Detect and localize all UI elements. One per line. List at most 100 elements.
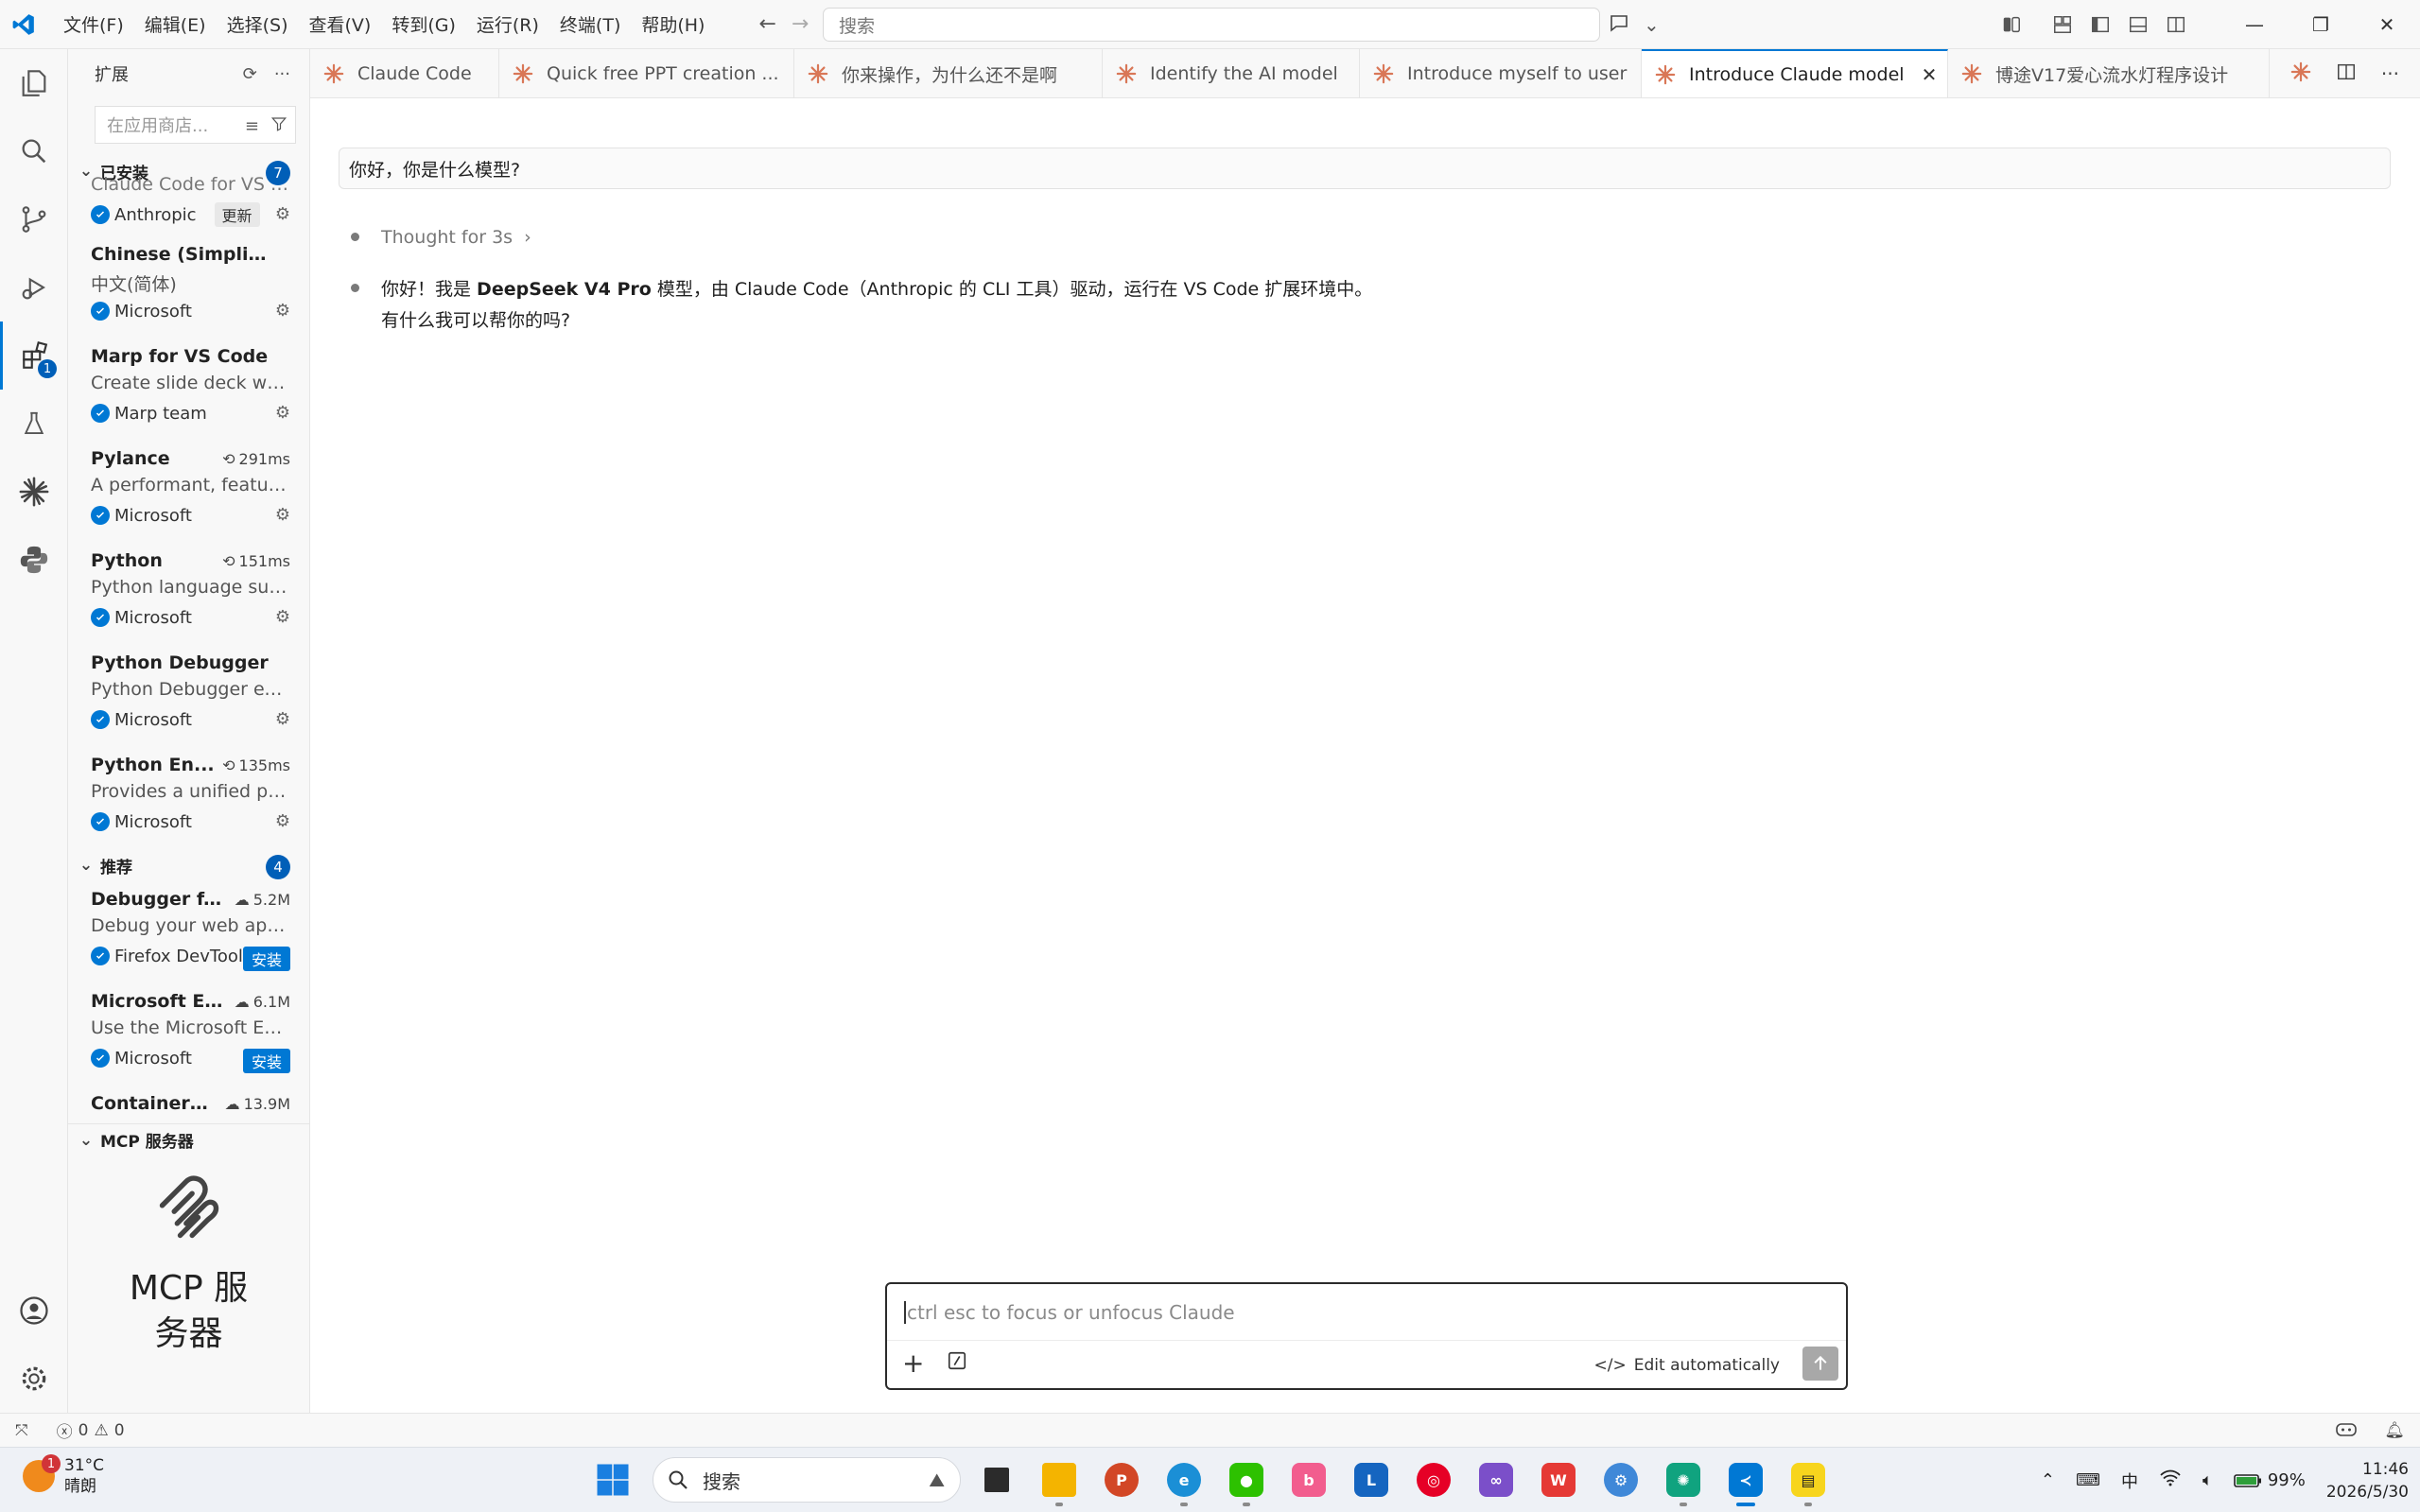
python-icon[interactable] <box>0 526 68 594</box>
extension-item-marp[interactable]: Marp for VS Code Create slide deck writt… <box>68 339 309 441</box>
copilot-icon[interactable] <box>1993 6 2030 43</box>
battery-indicator[interactable]: 99% <box>2234 1470 2306 1490</box>
powerpoint-icon[interactable]: P <box>1099 1457 1144 1503</box>
wps-icon[interactable]: W <box>1536 1457 1581 1503</box>
sticky-notes-icon[interactable]: ▤ <box>1785 1457 1831 1506</box>
tab-identify-ai-model[interactable]: Identify the AI model <box>1103 49 1360 97</box>
close-window-button[interactable]: ✕ <box>2354 0 2420 49</box>
bilibili-icon[interactable]: b <box>1286 1457 1332 1503</box>
menu-view[interactable]: 查看(V) <box>299 6 382 43</box>
new-claude-session-icon[interactable] <box>2290 61 2311 87</box>
vscode-taskbar-icon[interactable]: ≺ <box>1723 1457 1768 1506</box>
toggle-primary-sidebar-icon[interactable] <box>2081 6 2119 43</box>
extension-item-chinese[interactable]: Chinese (Simplified... 中文(简体) Microsoft … <box>68 236 309 339</box>
add-attachment-icon[interactable]: + <box>902 1347 924 1379</box>
extension-item-firefox-debugger[interactable]: Debugger f... ☁ 5.2M Debug your web appli… <box>68 881 309 983</box>
extensions-search-input[interactable]: 在应用商店... ≡ <box>95 106 296 144</box>
notifications-bell-icon[interactable]: 🔔︎ <box>2384 1421 2405 1440</box>
run-debug-icon[interactable] <box>0 253 68 322</box>
claude-icon[interactable] <box>0 458 68 526</box>
extension-item-python-environments[interactable]: Python En... ⟲ 135ms Provides a unified p… <box>68 747 309 849</box>
back-arrow-icon[interactable]: ← <box>758 12 775 36</box>
task-view-icon[interactable] <box>974 1457 1019 1503</box>
extension-item-container-tools[interactable]: Container ... ☁ 13.9M <box>68 1086 309 1123</box>
toggle-panel-icon[interactable] <box>2119 6 2157 43</box>
customize-layout-icon[interactable] <box>2044 6 2081 43</box>
minimize-button[interactable]: — <box>2221 0 2288 49</box>
extension-gear-icon[interactable]: ⚙ <box>275 403 290 423</box>
recommended-section-header[interactable]: ⌄ 推荐 4 <box>68 849 309 881</box>
problems-indicator[interactable]: ⓧ 0 ⚠ 0 <box>57 1418 125 1443</box>
lenovo-app-icon[interactable]: L <box>1349 1457 1394 1503</box>
volume-icon[interactable]: 🔈︎ <box>2202 1470 2213 1490</box>
toggle-secondary-sidebar-icon[interactable] <box>2157 6 2195 43</box>
restore-button[interactable]: ❐ <box>2288 0 2354 49</box>
tab-botu-v17[interactable]: 博途V17爱心流水灯程序设计 <box>1948 49 2270 97</box>
split-editor-icon[interactable] <box>2336 61 2357 87</box>
extension-gear-icon[interactable]: ⚙ <box>275 709 290 729</box>
filter-icon[interactable] <box>270 115 287 137</box>
tab-introduce-claude-model[interactable]: Introduce Claude model ✕ <box>1642 49 1948 97</box>
show-hidden-icons-chevron[interactable]: ⌃ <box>2041 1470 2055 1490</box>
testing-icon[interactable] <box>0 390 68 458</box>
refresh-icon[interactable]: ⟳ <box>243 64 257 84</box>
slash-command-icon[interactable] <box>947 1350 967 1376</box>
remote-icon[interactable]: ⤧ <box>15 1421 28 1440</box>
keyboard-icon[interactable]: ⌨ <box>2076 1470 2100 1490</box>
extensions-icon[interactable]: 1 <box>0 322 68 390</box>
menu-selection[interactable]: 选择(S) <box>217 6 299 43</box>
edit-mode-button[interactable]: </> Edit automatically <box>1594 1356 1780 1375</box>
thought-toggle[interactable]: Thought for 3s › <box>381 227 531 248</box>
netease-music-icon[interactable]: ◎ <box>1411 1457 1456 1503</box>
menu-file[interactable]: 文件(F) <box>53 6 134 43</box>
more-actions-icon[interactable]: ··· <box>2381 62 2399 85</box>
tab-quick-free-ppt[interactable]: Quick free PPT creation ... <box>499 49 794 97</box>
menu-terminal[interactable]: 终端(T) <box>549 6 631 43</box>
command-center-search[interactable]: 搜索 <box>823 8 1600 42</box>
install-button[interactable]: 安装 <box>242 1049 290 1073</box>
settings-app-icon[interactable]: ⚙ <box>1598 1457 1644 1503</box>
mcp-section-header[interactable]: ⌄ MCP 服务器 <box>68 1123 309 1156</box>
search-icon[interactable] <box>0 117 68 185</box>
forward-arrow-icon[interactable]: → <box>792 12 809 36</box>
extension-item-edge-tools[interactable]: Microsoft E... ☁ 6.1M Use the Microsoft E… <box>68 983 309 1086</box>
extension-item-claude-code[interactable]: Claude Code for VS Co... Anthropic 更新 ⚙ <box>68 174 309 236</box>
taskbar-search[interactable]: 搜索 ⛰︎ <box>653 1457 961 1503</box>
weather-widget[interactable]: 1 31°C 晴朗 <box>23 1454 104 1497</box>
chat-input[interactable]: ctrl esc to focus or unfocus Claude <box>887 1284 1846 1341</box>
chatgpt-icon[interactable]: ✺ <box>1661 1457 1706 1506</box>
file-explorer-icon[interactable] <box>1036 1457 1082 1506</box>
extension-item-python-debugger[interactable]: Python Debugger Python Debugger exte... … <box>68 645 309 747</box>
tab-claude-code[interactable]: Claude Code <box>310 49 499 97</box>
install-button[interactable]: 安装 <box>242 947 290 971</box>
tab-chinese-question[interactable]: 你来操作，为什么还不是啊 <box>794 49 1103 97</box>
extension-gear-icon[interactable]: ⚙ <box>275 505 290 525</box>
start-button[interactable] <box>596 1463 630 1502</box>
extension-item-pylance[interactable]: Pylance ⟲ 291ms A performant, feature-...… <box>68 441 309 543</box>
menu-go[interactable]: 转到(G) <box>381 6 466 43</box>
menu-help[interactable]: 帮助(H) <box>631 6 715 43</box>
menu-edit[interactable]: 编辑(E) <box>134 6 217 43</box>
send-button[interactable] <box>1802 1347 1838 1381</box>
extension-gear-icon[interactable]: ⚙ <box>275 301 290 321</box>
explorer-icon[interactable] <box>0 49 68 117</box>
ime-indicator[interactable]: 中 <box>2121 1469 2138 1493</box>
edge-icon[interactable]: e <box>1161 1457 1207 1506</box>
menu-run[interactable]: 运行(R) <box>466 6 549 43</box>
more-actions-icon[interactable]: ··· <box>274 64 290 84</box>
clear-filter-icon[interactable]: ≡ <box>245 116 259 136</box>
tab-introduce-myself[interactable]: Introduce myself to user <box>1360 49 1642 97</box>
extension-gear-icon[interactable]: ⚙ <box>275 607 290 627</box>
manage-gear-icon[interactable] <box>0 1345 68 1413</box>
update-button[interactable]: 更新 <box>214 202 260 227</box>
account-icon[interactable] <box>0 1277 68 1345</box>
extension-gear-icon[interactable]: ⚙ <box>275 204 290 224</box>
extension-gear-icon[interactable]: ⚙ <box>275 811 290 831</box>
visual-studio-icon[interactable]: ∞ <box>1473 1457 1519 1503</box>
wifi-icon[interactable] <box>2159 1469 2182 1492</box>
close-tab-icon[interactable]: ✕ <box>1922 63 1938 86</box>
copilot-status-icon[interactable] <box>2335 1419 2358 1443</box>
clock[interactable]: 11:46 2026/5/30 <box>2326 1458 2409 1503</box>
wechat-icon[interactable]: ● <box>1224 1457 1269 1506</box>
chevron-down-icon[interactable]: ⌄ <box>1644 13 1660 36</box>
